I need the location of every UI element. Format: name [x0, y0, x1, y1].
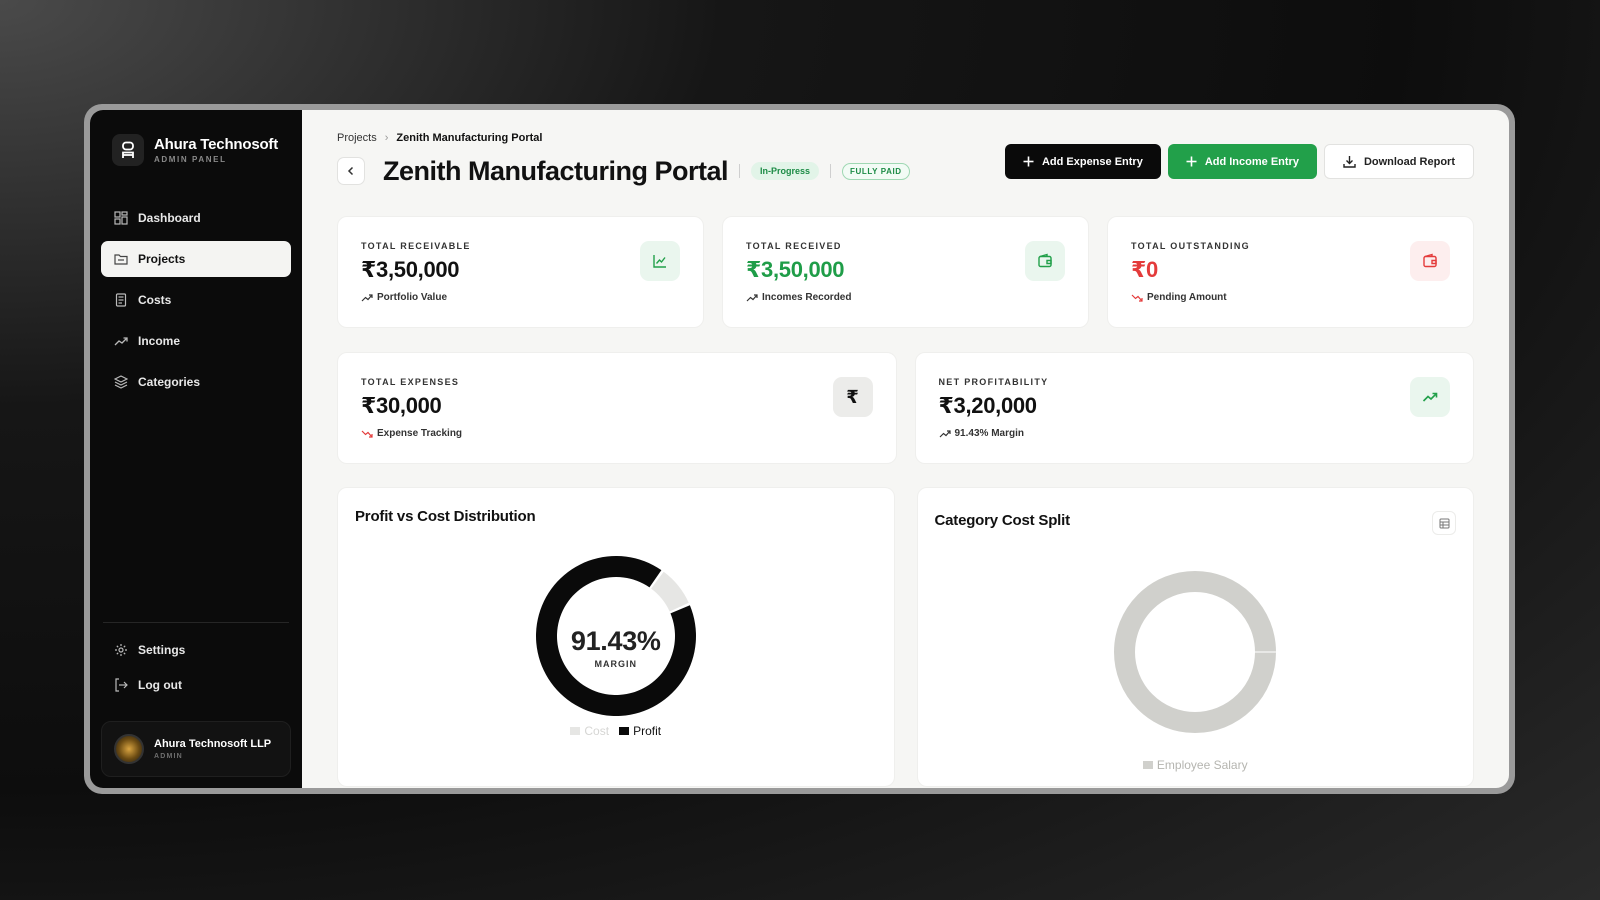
- grid-icon: [114, 211, 128, 225]
- sidebar: Ahura Technosoft ADMIN PANEL Dashboard P…: [90, 110, 302, 788]
- payment-badge: FULLY PAID: [842, 162, 910, 180]
- net-profitability-value: ₹3,20,000: [938, 393, 1038, 418]
- sidebar-item-label: Costs: [138, 293, 172, 307]
- download-icon: [1343, 156, 1356, 168]
- trend-down-icon: [361, 430, 373, 438]
- document-icon: [115, 293, 127, 307]
- wallet-icon: [1025, 241, 1065, 281]
- plus-icon: [1186, 156, 1197, 167]
- donut-slice-cost[interactable]: [650, 571, 689, 612]
- legend-swatch: [570, 727, 581, 735]
- total-expenses-card: TOTAL EXPENSES ₹30,000 Expense Tracking …: [337, 352, 897, 464]
- logout-button[interactable]: Log out: [101, 670, 291, 700]
- chevron-right-icon: ›: [384, 132, 389, 144]
- settings-label: Settings: [138, 643, 186, 657]
- back-button[interactable]: [337, 157, 365, 185]
- sidebar-item-categories[interactable]: Categories: [101, 364, 291, 400]
- user-profile-card[interactable]: Ahura Technosoft LLP ADMIN: [101, 721, 291, 777]
- avatar: [114, 734, 144, 764]
- sidebar-item-projects[interactable]: Projects: [101, 241, 291, 277]
- legend-item-cost[interactable]: Cost: [570, 724, 609, 738]
- page-title: Zenith Manufacturing Portal: [383, 155, 729, 186]
- chevron-left-icon: [347, 166, 354, 176]
- chart-legend: Employee Salary: [918, 758, 1474, 772]
- app-frame: Ahura Technosoft ADMIN PANEL Dashboard P…: [84, 104, 1515, 794]
- brand-logo-icon: [112, 134, 144, 166]
- main-content: Projects › Zenith Manufacturing Portal Z…: [302, 110, 1509, 788]
- charts-row: Profit vs Cost Distribution 91.43% MARGI…: [337, 487, 1474, 787]
- trend-up-icon: [361, 293, 373, 301]
- folder-icon: [114, 254, 128, 265]
- wallet-icon: [1410, 241, 1450, 281]
- category-split-donut: [1114, 571, 1277, 733]
- brand: Ahura Technosoft ADMIN PANEL: [101, 134, 291, 166]
- margin-percent: 91.43%: [570, 626, 661, 656]
- chart-legend: Cost Profit: [338, 724, 894, 738]
- status-badge: In-Progress: [751, 162, 820, 180]
- trend-up-icon: [939, 429, 951, 437]
- legend-swatch: [1142, 761, 1153, 769]
- sidebar-item-label: Projects: [138, 252, 186, 266]
- add-expense-button[interactable]: Add Expense Entry: [1004, 144, 1161, 179]
- profile-role: ADMIN: [154, 753, 183, 760]
- brand-subtitle: ADMIN PANEL: [154, 155, 227, 164]
- logout-label: Log out: [138, 678, 182, 692]
- net-profitability-card: NET PROFITABILITY ₹3,20,000 91.43% Margi…: [914, 352, 1474, 464]
- sidebar-item-income[interactable]: Income: [101, 323, 291, 359]
- trend-up-icon: [114, 337, 128, 346]
- chart-line-icon: [640, 241, 680, 281]
- total-received-value: ₹3,50,000: [746, 257, 845, 282]
- total-receivable-value: ₹3,50,000: [361, 257, 460, 282]
- legend-label: Cost: [584, 724, 610, 738]
- total-outstanding-card: TOTAL OUTSTANDING ₹0 Pending Amount: [1107, 216, 1474, 328]
- logout-icon: [115, 678, 128, 692]
- legend-label: Employee Salary: [1156, 758, 1248, 772]
- sidebar-divider: [103, 622, 289, 623]
- rupee-icon: ₹: [832, 377, 873, 417]
- profile-name: Ahura Technosoft LLP: [154, 738, 272, 750]
- stats-row-2: TOTAL EXPENSES ₹30,000 Expense Tracking …: [337, 352, 1474, 464]
- sidebar-item-dashboard[interactable]: Dashboard: [101, 200, 291, 236]
- gear-icon: [115, 644, 127, 656]
- legend-swatch: [619, 727, 630, 735]
- layers-icon: [114, 375, 128, 389]
- total-outstanding-value: ₹0: [1131, 257, 1158, 282]
- stats-row-1: TOTAL RECEIVABLE ₹3,50,000 Portfolio Val…: [337, 216, 1474, 328]
- category-cost-split-card: Category Cost Split Employee Salary: [916, 487, 1474, 787]
- total-receivable-card: TOTAL RECEIVABLE ₹3,50,000 Portfolio Val…: [337, 216, 704, 328]
- breadcrumb: Projects › Zenith Manufacturing Portal: [337, 132, 1474, 144]
- plus-icon: [1023, 156, 1034, 167]
- trend-down-icon: [1131, 294, 1143, 302]
- breadcrumb-projects-link[interactable]: Projects: [337, 132, 377, 144]
- chart-title: Category Cost Split: [934, 512, 1071, 529]
- profit-vs-cost-card: Profit vs Cost Distribution 91.43% MARGI…: [337, 487, 895, 787]
- table-view-button[interactable]: [1432, 511, 1456, 535]
- app-window: Ahura Technosoft ADMIN PANEL Dashboard P…: [90, 110, 1509, 788]
- add-income-button[interactable]: Add Income Entry: [1167, 144, 1317, 179]
- sidebar-item-costs[interactable]: Costs: [101, 282, 291, 318]
- sidebar-item-label: Dashboard: [138, 211, 201, 225]
- total-expenses-value: ₹30,000: [361, 393, 442, 418]
- legend-item-profit[interactable]: Profit: [619, 724, 661, 738]
- settings-button[interactable]: Settings: [101, 635, 291, 665]
- legend-item-employee-salary[interactable]: Employee Salary: [1142, 758, 1248, 772]
- download-report-button[interactable]: Download Report: [1323, 144, 1474, 179]
- total-received-card: TOTAL RECEIVED ₹3,50,000 Incomes Recorde…: [722, 216, 1089, 328]
- sidebar-item-label: Income: [138, 334, 181, 348]
- legend-label: Profit: [633, 724, 662, 738]
- table-icon: [1439, 518, 1449, 528]
- chart-title: Profit vs Cost Distribution: [355, 508, 536, 525]
- brand-name: Ahura Technosoft: [154, 136, 279, 153]
- margin-label: MARGIN: [594, 659, 637, 669]
- sidebar-item-label: Categories: [138, 375, 201, 389]
- donut-slice-employee-salary[interactable]: [1114, 571, 1277, 733]
- trend-up-icon: [746, 293, 758, 301]
- breadcrumb-current: Zenith Manufacturing Portal: [396, 132, 543, 144]
- header-actions: Add Expense Entry Add Income Entry Downl…: [1004, 144, 1474, 179]
- trend-up-icon: [1410, 377, 1450, 417]
